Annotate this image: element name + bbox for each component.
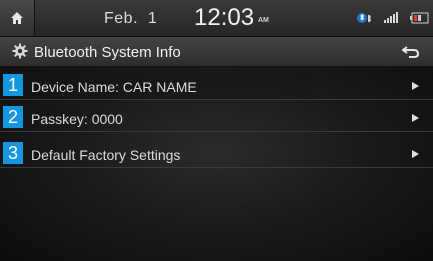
page-title: Bluetooth System Info [34,44,181,61]
gear-icon [12,43,28,59]
menu-item-passkey[interactable]: 2 Passkey: 0000 [0,105,433,132]
back-button[interactable] [393,39,429,64]
menu-item-label: Default Factory Settings [31,147,181,163]
battery-icon [410,12,429,24]
status-bar: Feb. 1 12:03 AM [0,0,433,37]
home-icon [11,12,23,24]
arrow-right-icon [412,114,419,122]
date-text: Feb. 1 [104,10,158,27]
number-badge: 3 [3,142,23,164]
title-bar: Bluetooth System Info [0,37,433,67]
time-text: 12:03 [194,4,255,31]
menu-item-label: Device Name: CAR NAME [31,79,197,95]
signal-strength-icon [384,12,398,23]
arrow-right-icon [412,82,419,90]
home-button[interactable] [0,0,35,36]
menu-item-default-factory-settings[interactable]: 3 Default Factory Settings [0,141,433,168]
arrow-right-icon [412,150,419,158]
bluetooth-phone-icon [357,13,371,23]
menu-item-device-name[interactable]: 1 Device Name: CAR NAME [0,73,433,100]
number-badge: 2 [3,106,23,128]
back-arrow-icon [402,45,420,58]
menu-item-label: Passkey: 0000 [31,111,123,127]
screen: Feb. 1 12:03 AM Bluetooth System Info 1 … [0,0,433,261]
number-badge: 1 [3,74,23,96]
ampm-text: AM [258,17,269,24]
